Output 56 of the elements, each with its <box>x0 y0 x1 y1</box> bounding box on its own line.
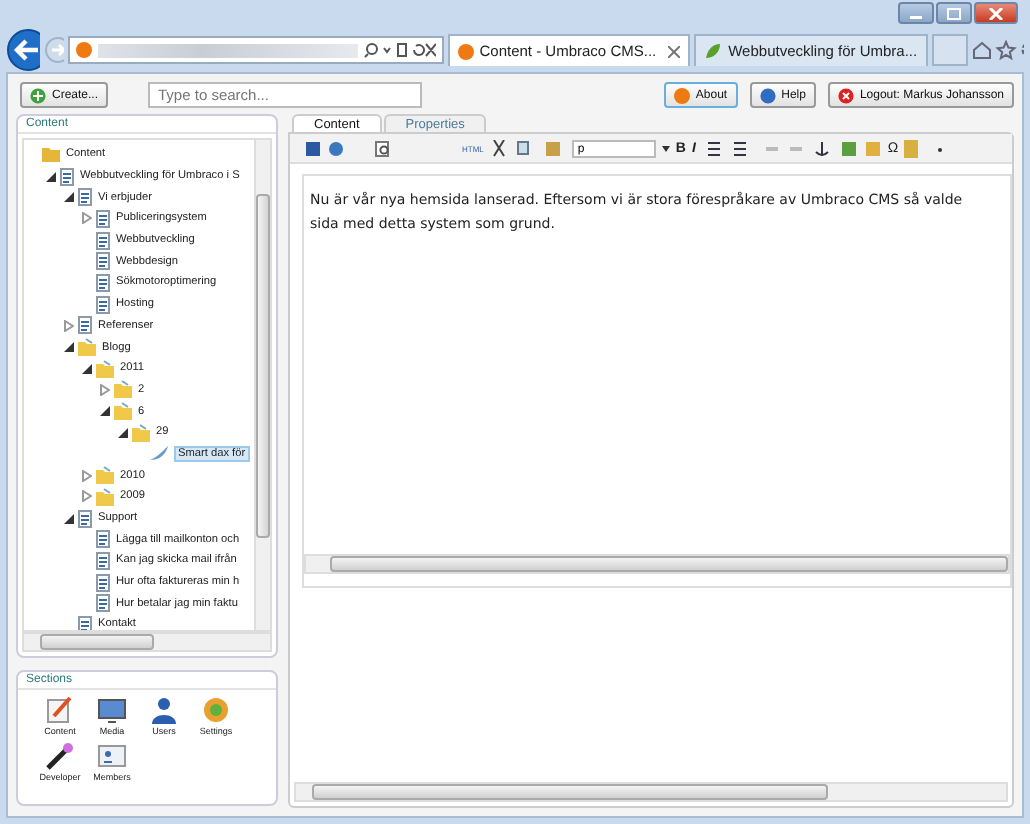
user-icon[interactable] <box>150 696 178 724</box>
expand-arrow-icon[interactable] <box>99 383 109 396</box>
horizontal-scrollbar[interactable] <box>22 632 272 652</box>
address-bar[interactable] <box>68 36 444 64</box>
close-tab-icon[interactable] <box>668 45 681 57</box>
folder-icon <box>96 466 114 485</box>
close-button[interactable] <box>974 2 1018 24</box>
help-icon <box>759 87 776 103</box>
document-icon <box>60 167 74 186</box>
quill-icon <box>150 445 170 462</box>
expand-arrow-icon[interactable] <box>81 490 91 503</box>
maximize-button[interactable] <box>936 2 972 24</box>
plus-icon <box>30 87 46 103</box>
folder-icon <box>114 380 132 399</box>
pencil-icon[interactable] <box>46 696 74 724</box>
wand-icon[interactable] <box>46 742 74 770</box>
expand-arrow-icon[interactable] <box>81 212 91 225</box>
folder-icon <box>114 402 132 421</box>
back-button[interactable] <box>6 28 40 72</box>
monitor-icon[interactable] <box>98 696 126 724</box>
close-icon <box>837 87 854 103</box>
document-icon <box>78 188 92 207</box>
site-icon <box>457 43 474 59</box>
document-icon <box>78 615 92 630</box>
vertical-scrollbar[interactable] <box>254 140 270 630</box>
collapse-arrow-icon[interactable] <box>99 406 109 417</box>
close-icon <box>988 7 1004 19</box>
collapse-arrow-icon[interactable] <box>117 427 127 438</box>
folder-icon <box>132 423 150 442</box>
document-icon <box>96 209 110 228</box>
expand-arrow-icon[interactable] <box>63 319 73 332</box>
maximize-icon <box>946 7 962 19</box>
collapse-arrow-icon[interactable] <box>63 192 73 203</box>
document-icon <box>96 295 110 314</box>
folder-icon <box>96 487 114 506</box>
dropdown-arrow-icon[interactable] <box>661 145 670 151</box>
horizontal-scrollbar[interactable] <box>294 782 1008 802</box>
folder-icon <box>96 359 114 378</box>
folder-icon <box>78 338 96 357</box>
site-icon <box>76 42 93 58</box>
leaf-icon <box>704 42 723 60</box>
members-icon[interactable] <box>98 742 126 770</box>
collapse-arrow-icon[interactable] <box>81 363 91 374</box>
collapse-arrow-icon[interactable] <box>63 513 73 524</box>
clipboard-tools-icon[interactable] <box>489 139 566 157</box>
logo-icon <box>673 87 690 103</box>
folder-icon <box>42 146 60 163</box>
address-controls-icon <box>363 42 436 58</box>
minimize-button[interactable] <box>898 2 934 24</box>
document-icon <box>78 316 92 335</box>
document-icon <box>78 509 92 528</box>
horizontal-scrollbar[interactable] <box>304 554 1010 574</box>
collapse-arrow-icon[interactable] <box>63 342 73 353</box>
expand-arrow-icon[interactable] <box>81 469 91 482</box>
browser-tools-icon[interactable] <box>972 40 1024 60</box>
collapse-arrow-icon[interactable] <box>45 171 55 182</box>
